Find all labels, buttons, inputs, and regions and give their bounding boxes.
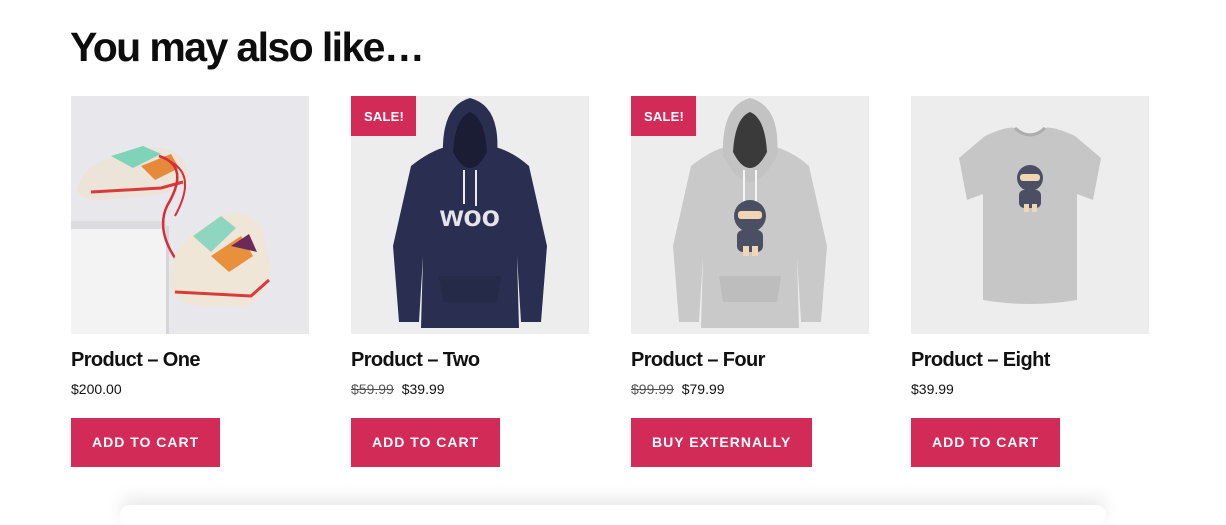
ninja-tshirt-image (911, 96, 1149, 334)
product-card: Product – One $200.00 ADD TO CART (71, 96, 309, 467)
buy-externally-button[interactable]: BUY EXTERNALLY (631, 418, 813, 467)
current-price: $39.99 (401, 381, 445, 397)
product-image-link[interactable] (911, 96, 1149, 334)
product-title[interactable]: Product – One (71, 347, 309, 373)
sneakers-image (71, 96, 309, 334)
current-price: $79.99 (681, 381, 725, 397)
section-title: You may also like… (70, 24, 425, 70)
add-to-cart-button[interactable]: ADD TO CART (71, 418, 221, 467)
product-grid: Product – One $200.00 ADD TO CART woo SA… (71, 96, 1149, 467)
product-image-link[interactable] (71, 96, 309, 334)
product-title[interactable]: Product – Two (351, 347, 589, 373)
product-price: $200.00 (71, 380, 309, 398)
footer-panel-edge (120, 505, 1106, 525)
original-price: $99.99 (631, 381, 674, 397)
current-price: $39.99 (911, 381, 954, 397)
product-image-link[interactable]: SALE! (631, 96, 869, 334)
add-to-cart-button[interactable]: ADD TO CART (911, 418, 1061, 467)
product-image-link[interactable]: woo SALE! (351, 96, 589, 334)
product-title[interactable]: Product – Eight (911, 347, 1149, 373)
sale-badge: SALE! (631, 96, 696, 136)
product-price: $39.99 (911, 380, 1149, 398)
add-to-cart-button[interactable]: ADD TO CART (351, 418, 501, 467)
original-price: $59.99 (351, 381, 394, 397)
product-card: woo SALE! Product – Two $59.99 $39.99 AD… (351, 96, 589, 467)
product-title[interactable]: Product – Four (631, 347, 869, 373)
product-card: SALE! Product – Four $99.99 $79.99 BUY E… (631, 96, 869, 467)
sale-badge: SALE! (351, 96, 416, 136)
current-price: $200.00 (71, 381, 122, 397)
product-card: Product – Eight $39.99 ADD TO CART (911, 96, 1149, 467)
product-price: $99.99 $79.99 (631, 380, 869, 398)
woo-logo-print: woo (439, 200, 500, 233)
product-price: $59.99 $39.99 (351, 380, 589, 398)
